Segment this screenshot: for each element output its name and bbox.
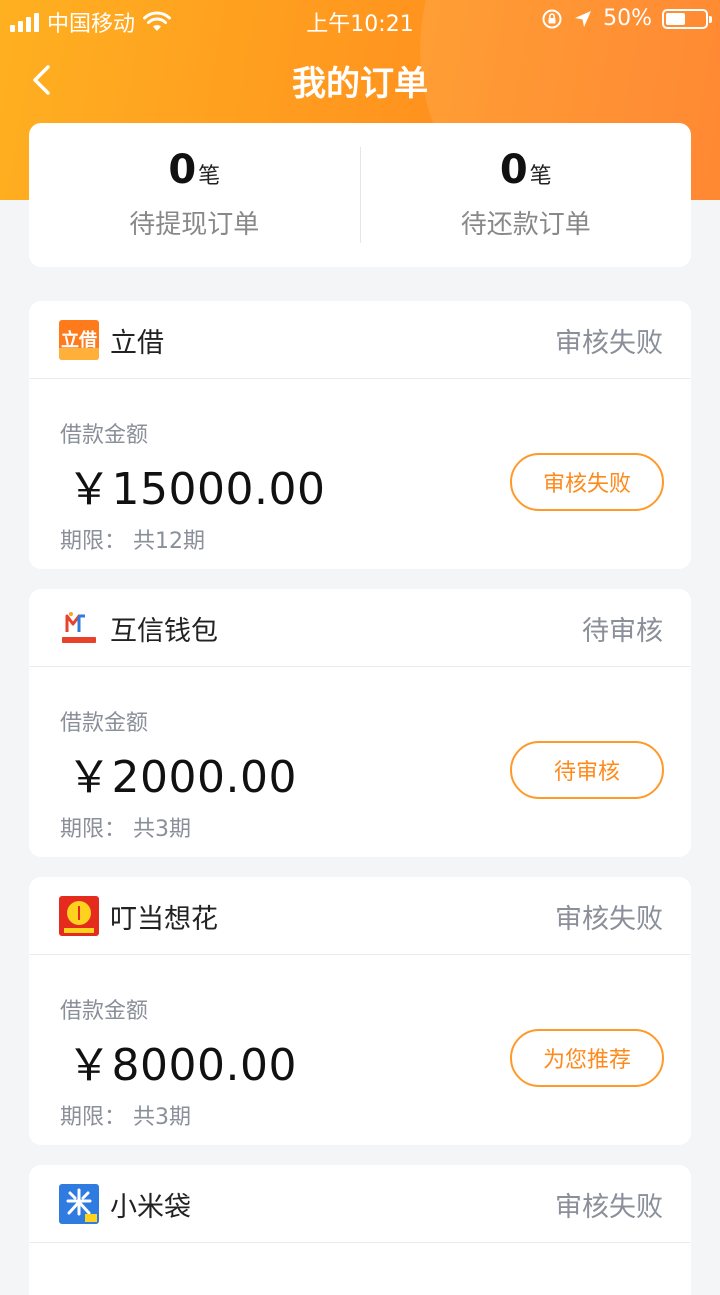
rotation-lock-icon (542, 9, 562, 28)
chevron-left-icon (33, 65, 50, 95)
signal-icon (10, 12, 39, 32)
loan-amount: ￥2000.00 (67, 752, 297, 803)
order-card-header: 小米袋 审核失败 (29, 1165, 691, 1243)
pending-withdraw-summary[interactable]: 0笔 待提现订单 (29, 123, 360, 267)
amount-label: 借款金额 (60, 711, 149, 736)
battery-icon (662, 8, 712, 29)
status-right: 50% (541, 6, 712, 31)
order-status: 审核失败 (555, 904, 663, 935)
order-action-button[interactable]: 待审核 (510, 741, 664, 799)
status-left: 中国移动 (10, 6, 172, 38)
wifi-icon (143, 11, 172, 31)
order-card-header: 叮当想花 审核失败 (29, 877, 691, 955)
lender-name: 小米袋 (110, 1192, 191, 1223)
order-card-header: 立借 立借 审核失败 (29, 301, 691, 379)
location-arrow-icon (575, 10, 592, 27)
order-card-body: 借款金额 ￥8000.00 期限： 共3期 为您推荐 (29, 955, 691, 1145)
lender-logo-icon (59, 1184, 99, 1224)
order-card[interactable]: 小米袋 审核失败 (29, 1165, 691, 1295)
loan-term: 期限： 共3期 (60, 1105, 191, 1130)
pending-repay-label: 待还款订单 (460, 209, 591, 240)
svg-text:立借: 立借 (61, 329, 97, 351)
order-card[interactable]: 叮当想花 审核失败 借款金额 ￥8000.00 期限： 共3期 为您推荐 (29, 877, 691, 1145)
lender-name: 立借 (110, 328, 164, 359)
nav-bar: 我的订单 (0, 40, 720, 120)
order-status: 审核失败 (555, 328, 663, 359)
loan-amount: ￥8000.00 (67, 1040, 297, 1091)
order-action-button[interactable]: 审核失败 (510, 453, 664, 511)
order-card[interactable]: 互信钱包 待审核 借款金额 ￥2000.00 期限： 共3期 待审核 (29, 589, 691, 857)
pending-repay-summary[interactable]: 0笔 待还款订单 (361, 123, 692, 267)
loan-term: 期限： 共12期 (60, 529, 205, 554)
lender-logo-icon (59, 896, 99, 936)
pending-withdraw-label: 待提现订单 (129, 209, 260, 240)
order-status: 待审核 (582, 616, 663, 647)
status-bar: 中国移动 上午10:21 50% (0, 0, 720, 40)
order-card[interactable]: 立借 立借 审核失败 借款金额 ￥15000.00 期限： 共12期 审核失败 (29, 301, 691, 569)
order-action-button[interactable]: 为您推荐 (510, 1029, 664, 1087)
loan-term: 期限： 共3期 (60, 817, 191, 842)
order-status: 审核失败 (555, 1192, 663, 1223)
lender-name: 互信钱包 (110, 616, 218, 647)
order-card-body: 借款金额 ￥2000.00 期限： 共3期 待审核 (29, 667, 691, 857)
amount-label: 借款金额 (60, 999, 149, 1024)
lender-name: 叮当想花 (110, 904, 218, 935)
carrier-label: 中国移动 (47, 12, 136, 37)
pending-withdraw-count: 0 (168, 146, 197, 193)
pending-repay-count-row: 0笔 (500, 150, 552, 190)
lender-logo-icon (59, 608, 99, 648)
order-summary-card: 0笔 待提现订单 0笔 待还款订单 (29, 123, 691, 267)
pending-repay-unit: 笔 (529, 163, 552, 189)
back-button[interactable] (20, 58, 64, 102)
amount-label: 借款金额 (60, 423, 149, 448)
loan-amount: ￥15000.00 (67, 464, 326, 515)
pending-withdraw-count-row: 0笔 (168, 150, 220, 190)
pending-repay-count: 0 (499, 146, 528, 193)
battery-percent: 50% (603, 6, 652, 31)
page-title: 我的订单 (292, 64, 428, 104)
pending-withdraw-unit: 笔 (198, 163, 221, 189)
order-card-header: 互信钱包 待审核 (29, 589, 691, 667)
lender-logo-icon: 立借 (59, 320, 99, 360)
order-card-body: 借款金额 ￥15000.00 期限： 共12期 审核失败 (29, 379, 691, 569)
